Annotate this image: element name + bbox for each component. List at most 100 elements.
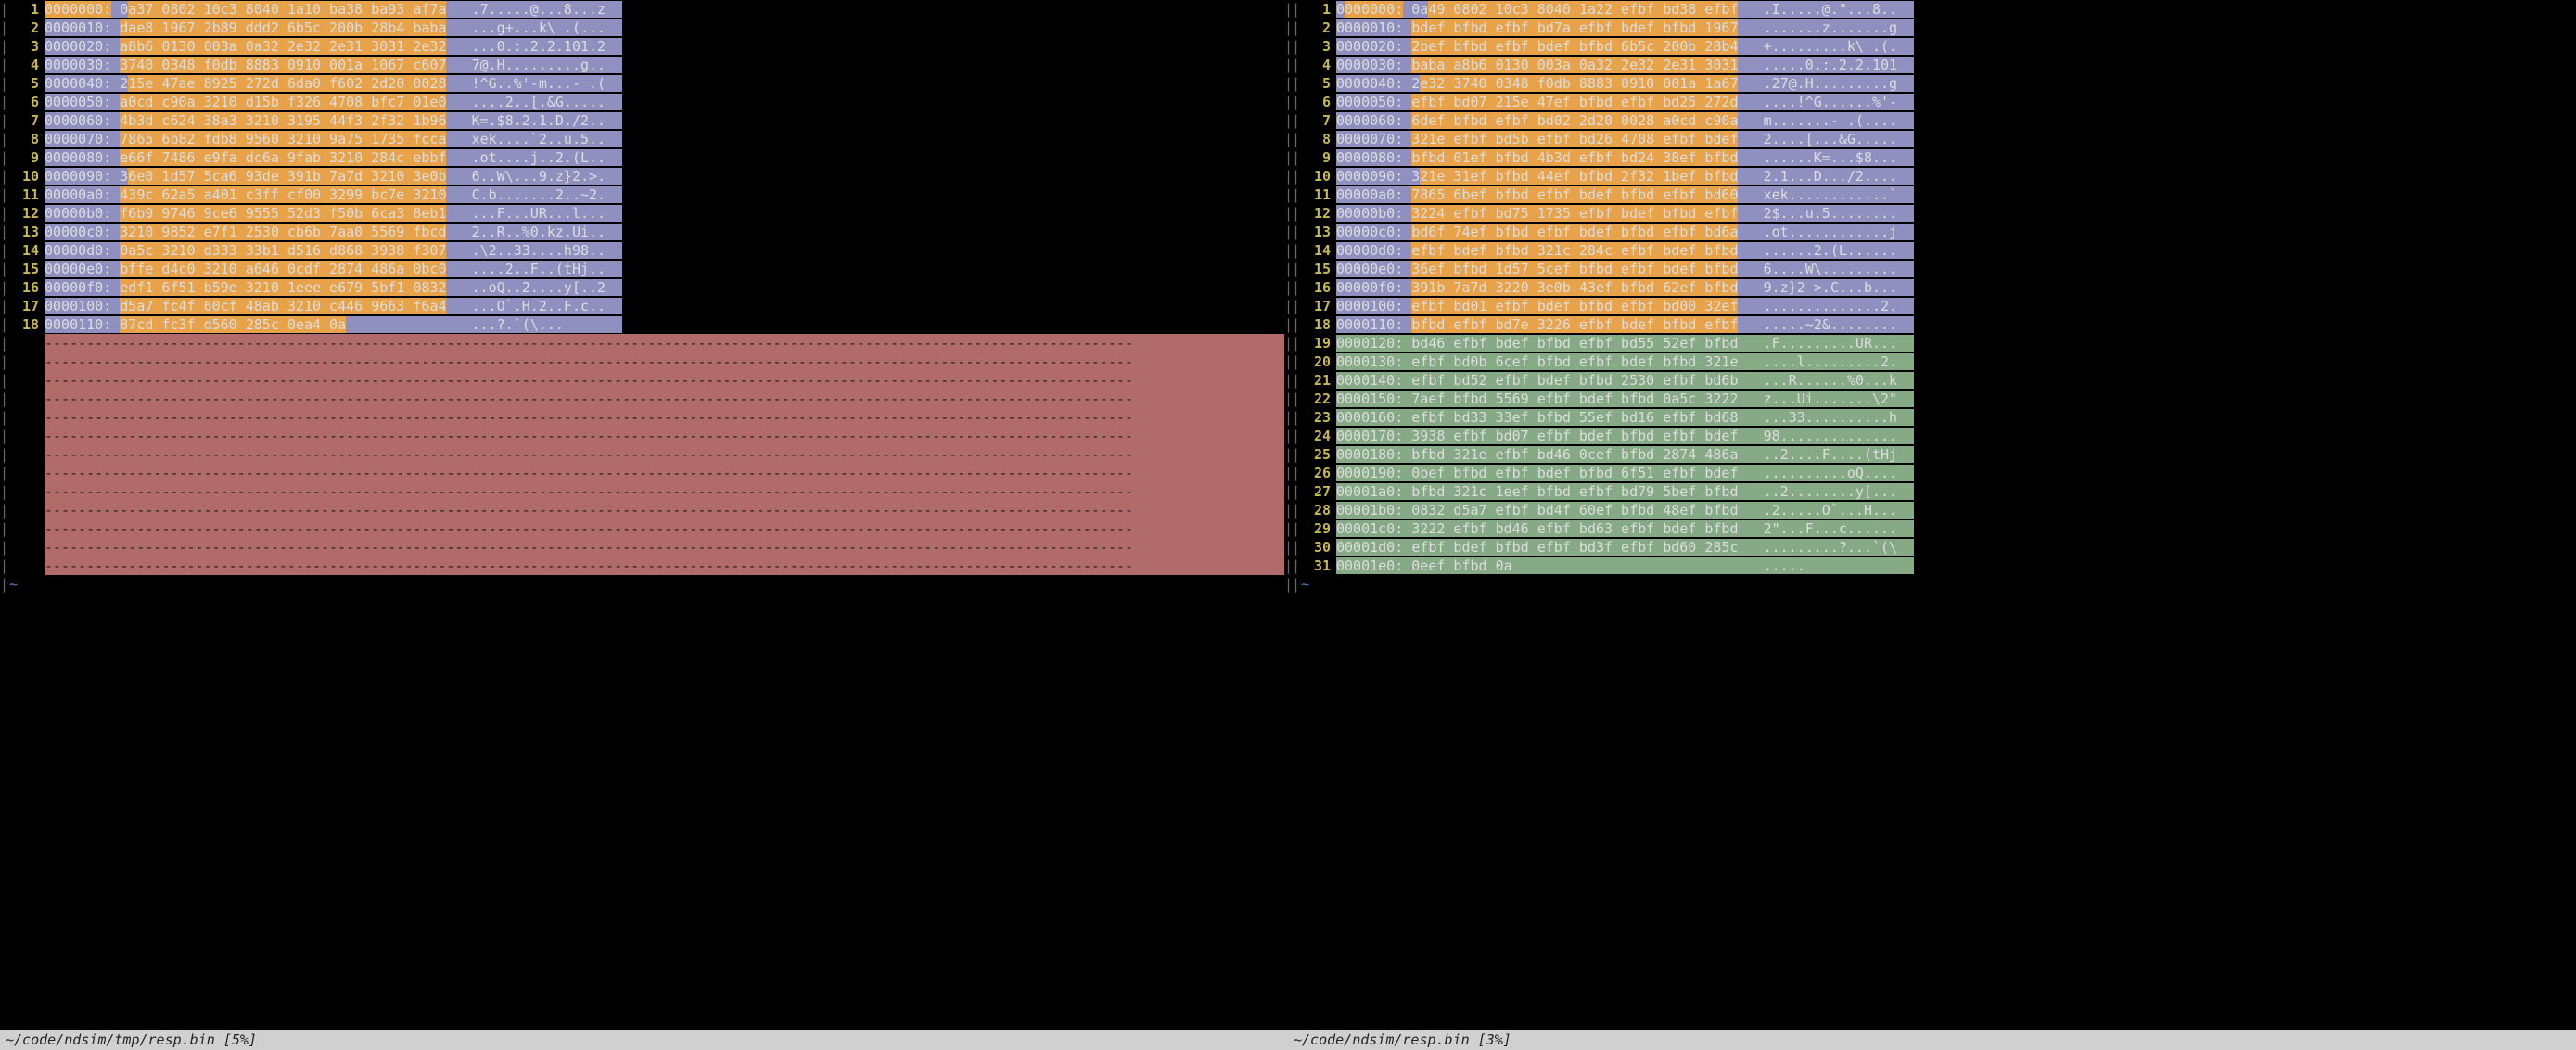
hex-content[interactable]: 00001c0: 3222 efbf bd46 efbf bd63 efbf b… — [1336, 519, 2576, 538]
hex-row[interactable]: 260000190: 0bef bfbd efbf bdef bfbd 6f51… — [1299, 464, 2576, 482]
hex-content[interactable]: 0000090: 321e 31ef bfbd 44ef bfbd 2f32 1… — [1336, 167, 2576, 186]
left-pane[interactable]: 10000000: 0a37 0802 10c3 8040 1a10 ba38 … — [7, 0, 1284, 1030]
hex-row[interactable]: 80000070: 321e efbf bd5b efbf bd26 4708 … — [1299, 130, 2576, 148]
hex-content[interactable]: 0000010: bdef bfbd efbf bd7a efbf bdef b… — [1336, 19, 2576, 37]
hex-row[interactable]: 2900001c0: 3222 efbf bd46 efbf bd63 efbf… — [1299, 519, 2576, 538]
hex-row[interactable]: 210000140: efbf bd52 efbf bdef bfbd 2530… — [1299, 371, 2576, 390]
hex-content[interactable]: 00001d0: efbf bdef bfbd efbf bd3f efbf b… — [1336, 538, 2576, 557]
hex-row[interactable]: 180000110: bfbd efbf bd7e 3226 efbf bdef… — [1299, 315, 2576, 334]
hex-row[interactable]: 50000040: 215e 47ae 8925 272d 6da0 f602 … — [7, 74, 1284, 93]
hex-content[interactable]: 00000b0: 3224 efbf bd75 1735 efbf bdef b… — [1336, 204, 2576, 223]
hex-content[interactable]: 00000c0: bd6f 74ef bfbd efbf bdef bfbd e… — [1336, 223, 2576, 241]
hex-row[interactable]: 190000120: bd46 efbf bdef bfbd efbf bd55… — [1299, 334, 2576, 352]
hex-row[interactable]: 1500000e0: 36ef bfbd 1d57 5cef bfbd efbf… — [1299, 260, 2576, 278]
hex-content[interactable]: 00000e0: 36ef bfbd 1d57 5cef bfbd efbf b… — [1336, 260, 2576, 278]
hex-row[interactable]: 170000100: d5a7 fc4f 60cf 48ab 3210 c446… — [7, 297, 1284, 315]
hex-row[interactable]: 10000000: 0a37 0802 10c3 8040 1a10 ba38 … — [7, 0, 1284, 19]
hex-row[interactable]: 1600000f0: 391b 7a7d 3220 3e0b 43ef bfbd… — [1299, 278, 2576, 297]
hex-row[interactable]: 40000030: baba a8b6 0130 003a 0a32 2e32 … — [1299, 56, 2576, 74]
hex-row[interactable]: 1600000f0: edf1 6f51 b59e 3210 1eee e679… — [7, 278, 1284, 297]
hex-row[interactable]: 1100000a0: 439c 62a5 a401 c3ff cf00 3299… — [7, 186, 1284, 204]
hex-row[interactable]: 1100000a0: 7865 6bef bfbd efbf bdef bfbd… — [1299, 186, 2576, 204]
hex-content[interactable]: 00001e0: 0eef bfbd 0a ..... — [1336, 557, 2576, 575]
hex-row[interactable]: 30000020: a8b6 0130 003a 0a32 2e32 2e31 … — [7, 37, 1284, 56]
hex-content[interactable]: 00001b0: 0832 d5a7 efbf bd4f 60ef bfbd 4… — [1336, 501, 2576, 519]
hex-content[interactable]: 0000150: 7aef bfbd 5569 efbf bdef bfbd 0… — [1336, 390, 2576, 408]
hex-row[interactable]: 100000090: 36e0 1d57 5ca6 93de 391b 7a7d… — [7, 167, 1284, 186]
hex-content[interactable]: 0000190: 0bef bfbd efbf bdef bfbd 6f51 e… — [1336, 464, 2576, 482]
hex-content[interactable]: 0000100: d5a7 fc4f 60cf 48ab 3210 c446 9… — [45, 297, 1284, 315]
hex-row[interactable]: 70000060: 4b3d c624 38a3 3210 3195 44f3 … — [7, 111, 1284, 130]
hex-content[interactable]: 0000090: 36e0 1d57 5ca6 93de 391b 7a7d 3… — [45, 167, 1284, 186]
hex-row[interactable]: 20000010: dae8 1967 2b89 ddd2 6b5c 200b … — [7, 19, 1284, 37]
hex-content[interactable]: 00000e0: bffe d4c0 3210 a646 0cdf 2874 4… — [45, 260, 1284, 278]
hex-content[interactable]: 0000010: dae8 1967 2b89 ddd2 6b5c 200b 2… — [45, 19, 1284, 37]
hex-row[interactable]: 70000060: 6def bfbd efbf bd02 2d20 0028 … — [1299, 111, 2576, 130]
hex-row[interactable]: 1300000c0: 3210 9852 e7f1 2530 cb6b 7aa0… — [7, 223, 1284, 241]
hex-content[interactable]: 00001a0: bfbd 321c 1eef bfbd efbf bd79 5… — [1336, 482, 2576, 501]
hex-content[interactable]: 0000050: a0cd c90a 3210 d15b f326 4708 b… — [45, 93, 1284, 111]
hex-row[interactable]: 60000050: efbf bd07 215e 47ef bfbd efbf … — [1299, 93, 2576, 111]
hex-content[interactable]: 0000000: 0a37 0802 10c3 8040 1a10 ba38 b… — [45, 0, 1284, 19]
hex-content[interactable]: 00000f0: 391b 7a7d 3220 3e0b 43ef bfbd 6… — [1336, 278, 2576, 297]
hex-row[interactable]: 1400000d0: efbf bdef bfbd 321c 284c efbf… — [1299, 241, 2576, 260]
hex-content[interactable]: 0000100: efbf bd01 efbf bdef bfbd efbf b… — [1336, 297, 2576, 315]
hex-content[interactable]: 0000110: 87cd fc3f d560 285c 0ea4 0a ...… — [45, 315, 1284, 334]
hex-content[interactable]: 0000070: 7865 6b82 fdb8 9560 3210 9a75 1… — [45, 130, 1284, 148]
hex-row[interactable]: 1200000b0: 3224 efbf bd75 1735 efbf bdef… — [1299, 204, 2576, 223]
hex-row[interactable]: 2800001b0: 0832 d5a7 efbf bd4f 60ef bfbd… — [1299, 501, 2576, 519]
hex-row[interactable]: 180000110: 87cd fc3f d560 285c 0ea4 0a .… — [7, 315, 1284, 334]
hex-content[interactable]: 0000060: 4b3d c624 38a3 3210 3195 44f3 2… — [45, 111, 1284, 130]
hex-content[interactable]: 00000c0: 3210 9852 e7f1 2530 cb6b 7aa0 5… — [45, 223, 1284, 241]
hex-row[interactable]: 1500000e0: bffe d4c0 3210 a646 0cdf 2874… — [7, 260, 1284, 278]
hex-row[interactable]: 80000070: 7865 6b82 fdb8 9560 3210 9a75 … — [7, 130, 1284, 148]
hex-row[interactable]: 20000010: bdef bfbd efbf bd7a efbf bdef … — [1299, 19, 2576, 37]
hex-content[interactable]: 00000f0: edf1 6f51 b59e 3210 1eee e679 5… — [45, 278, 1284, 297]
hex-row[interactable]: 240000170: 3938 efbf bd07 efbf bdef bfbd… — [1299, 427, 2576, 445]
hex-row[interactable]: 170000100: efbf bd01 efbf bdef bfbd efbf… — [1299, 297, 2576, 315]
hex-content[interactable]: 0000000: 0a49 0802 10c3 8040 1a22 efbf b… — [1336, 0, 2576, 19]
hex-row[interactable]: 90000080: e66f 7486 e9fa dc6a 9fab 3210 … — [7, 148, 1284, 167]
hex-row[interactable]: 40000030: 3740 0348 f0db 8883 0910 001a … — [7, 56, 1284, 74]
fold-column-right[interactable]: |||||||||||||||||||||||||||||||| — [1292, 0, 1299, 1030]
hex-content[interactable]: 00000d0: 0a5c 3210 d333 33b1 d516 d868 3… — [45, 241, 1284, 260]
hex-content[interactable]: 00000a0: 7865 6bef bfbd efbf bdef bfbd e… — [1336, 186, 2576, 204]
hex-row[interactable]: 1400000d0: 0a5c 3210 d333 33b1 d516 d868… — [7, 241, 1284, 260]
hex-row[interactable]: 200000130: efbf bd0b 6cef bfbd efbf bdef… — [1299, 352, 2576, 371]
hex-content[interactable]: 0000160: efbf bd33 33ef bfbd 55ef bd16 e… — [1336, 408, 2576, 427]
hex-row[interactable]: 30000020: 2bef bfbd efbf bdef bfbd 6b5c … — [1299, 37, 2576, 56]
hex-content[interactable]: 0000120: bd46 efbf bdef bfbd efbf bd55 5… — [1336, 334, 2576, 352]
hex-content[interactable]: 0000130: efbf bd0b 6cef bfbd efbf bdef b… — [1336, 352, 2576, 371]
hex-content[interactable]: 0000080: e66f 7486 e9fa dc6a 9fab 3210 2… — [45, 148, 1284, 167]
hex-content[interactable]: 0000080: bfbd 01ef bfbd 4b3d efbf bd24 3… — [1336, 148, 2576, 167]
hex-content[interactable]: 0000060: 6def bfbd efbf bd02 2d20 0028 a… — [1336, 111, 2576, 130]
hex-row[interactable]: 50000040: 2e32 3740 0348 f0db 8883 0910 … — [1299, 74, 2576, 93]
hex-content[interactable]: 0000110: bfbd efbf bd7e 3226 efbf bdef b… — [1336, 315, 2576, 334]
hex-row[interactable]: 60000050: a0cd c90a 3210 d15b f326 4708 … — [7, 93, 1284, 111]
hex-content[interactable]: 0000180: bfbd 321e efbf bd46 0cef bfbd 2… — [1336, 445, 2576, 464]
vertical-split[interactable]: |||||||||||||||||||||||||||||||| — [1284, 0, 1292, 1030]
hex-content[interactable]: 0000040: 215e 47ae 8925 272d 6da0 f602 2… — [45, 74, 1284, 93]
hex-content[interactable]: 00000a0: 439c 62a5 a401 c3ff cf00 3299 b… — [45, 186, 1284, 204]
hex-row[interactable]: 3000001d0: efbf bdef bfbd efbf bd3f efbf… — [1299, 538, 2576, 557]
hex-content[interactable]: 0000020: a8b6 0130 003a 0a32 2e32 2e31 3… — [45, 37, 1284, 56]
hex-content[interactable]: 0000070: 321e efbf bd5b efbf bd26 4708 e… — [1336, 130, 2576, 148]
hex-content[interactable]: 0000030: 3740 0348 f0db 8883 0910 001a 1… — [45, 56, 1284, 74]
hex-row[interactable]: 100000090: 321e 31ef bfbd 44ef bfbd 2f32… — [1299, 167, 2576, 186]
hex-row[interactable]: 220000150: 7aef bfbd 5569 efbf bdef bfbd… — [1299, 390, 2576, 408]
hex-row[interactable]: 230000160: efbf bd33 33ef bfbd 55ef bd16… — [1299, 408, 2576, 427]
hex-row[interactable]: 3100001e0: 0eef bfbd 0a ..... — [1299, 557, 2576, 575]
hex-row[interactable]: 10000000: 0a49 0802 10c3 8040 1a22 efbf … — [1299, 0, 2576, 19]
hex-content[interactable]: 0000050: efbf bd07 215e 47ef bfbd efbf b… — [1336, 93, 2576, 111]
hex-row[interactable]: 1300000c0: bd6f 74ef bfbd efbf bdef bfbd… — [1299, 223, 2576, 241]
hex-content[interactable]: 0000170: 3938 efbf bd07 efbf bdef bfbd e… — [1336, 427, 2576, 445]
hex-row[interactable]: 2700001a0: bfbd 321c 1eef bfbd efbf bd79… — [1299, 482, 2576, 501]
hex-content[interactable]: 00000d0: efbf bdef bfbd 321c 284c efbf b… — [1336, 241, 2576, 260]
hex-content[interactable]: 0000020: 2bef bfbd efbf bdef bfbd 6b5c 2… — [1336, 37, 2576, 56]
hex-content[interactable]: 00000b0: f6b9 9746 9ce6 9555 52d3 f50b 6… — [45, 204, 1284, 223]
hex-row[interactable]: 90000080: bfbd 01ef bfbd 4b3d efbf bd24 … — [1299, 148, 2576, 167]
right-pane[interactable]: 10000000: 0a49 0802 10c3 8040 1a22 efbf … — [1299, 0, 2576, 1030]
hex-content[interactable]: 0000140: efbf bd52 efbf bdef bfbd 2530 e… — [1336, 371, 2576, 390]
hex-row[interactable]: 1200000b0: f6b9 9746 9ce6 9555 52d3 f50b… — [7, 204, 1284, 223]
hex-content[interactable]: 0000040: 2e32 3740 0348 f0db 8883 0910 0… — [1336, 74, 2576, 93]
